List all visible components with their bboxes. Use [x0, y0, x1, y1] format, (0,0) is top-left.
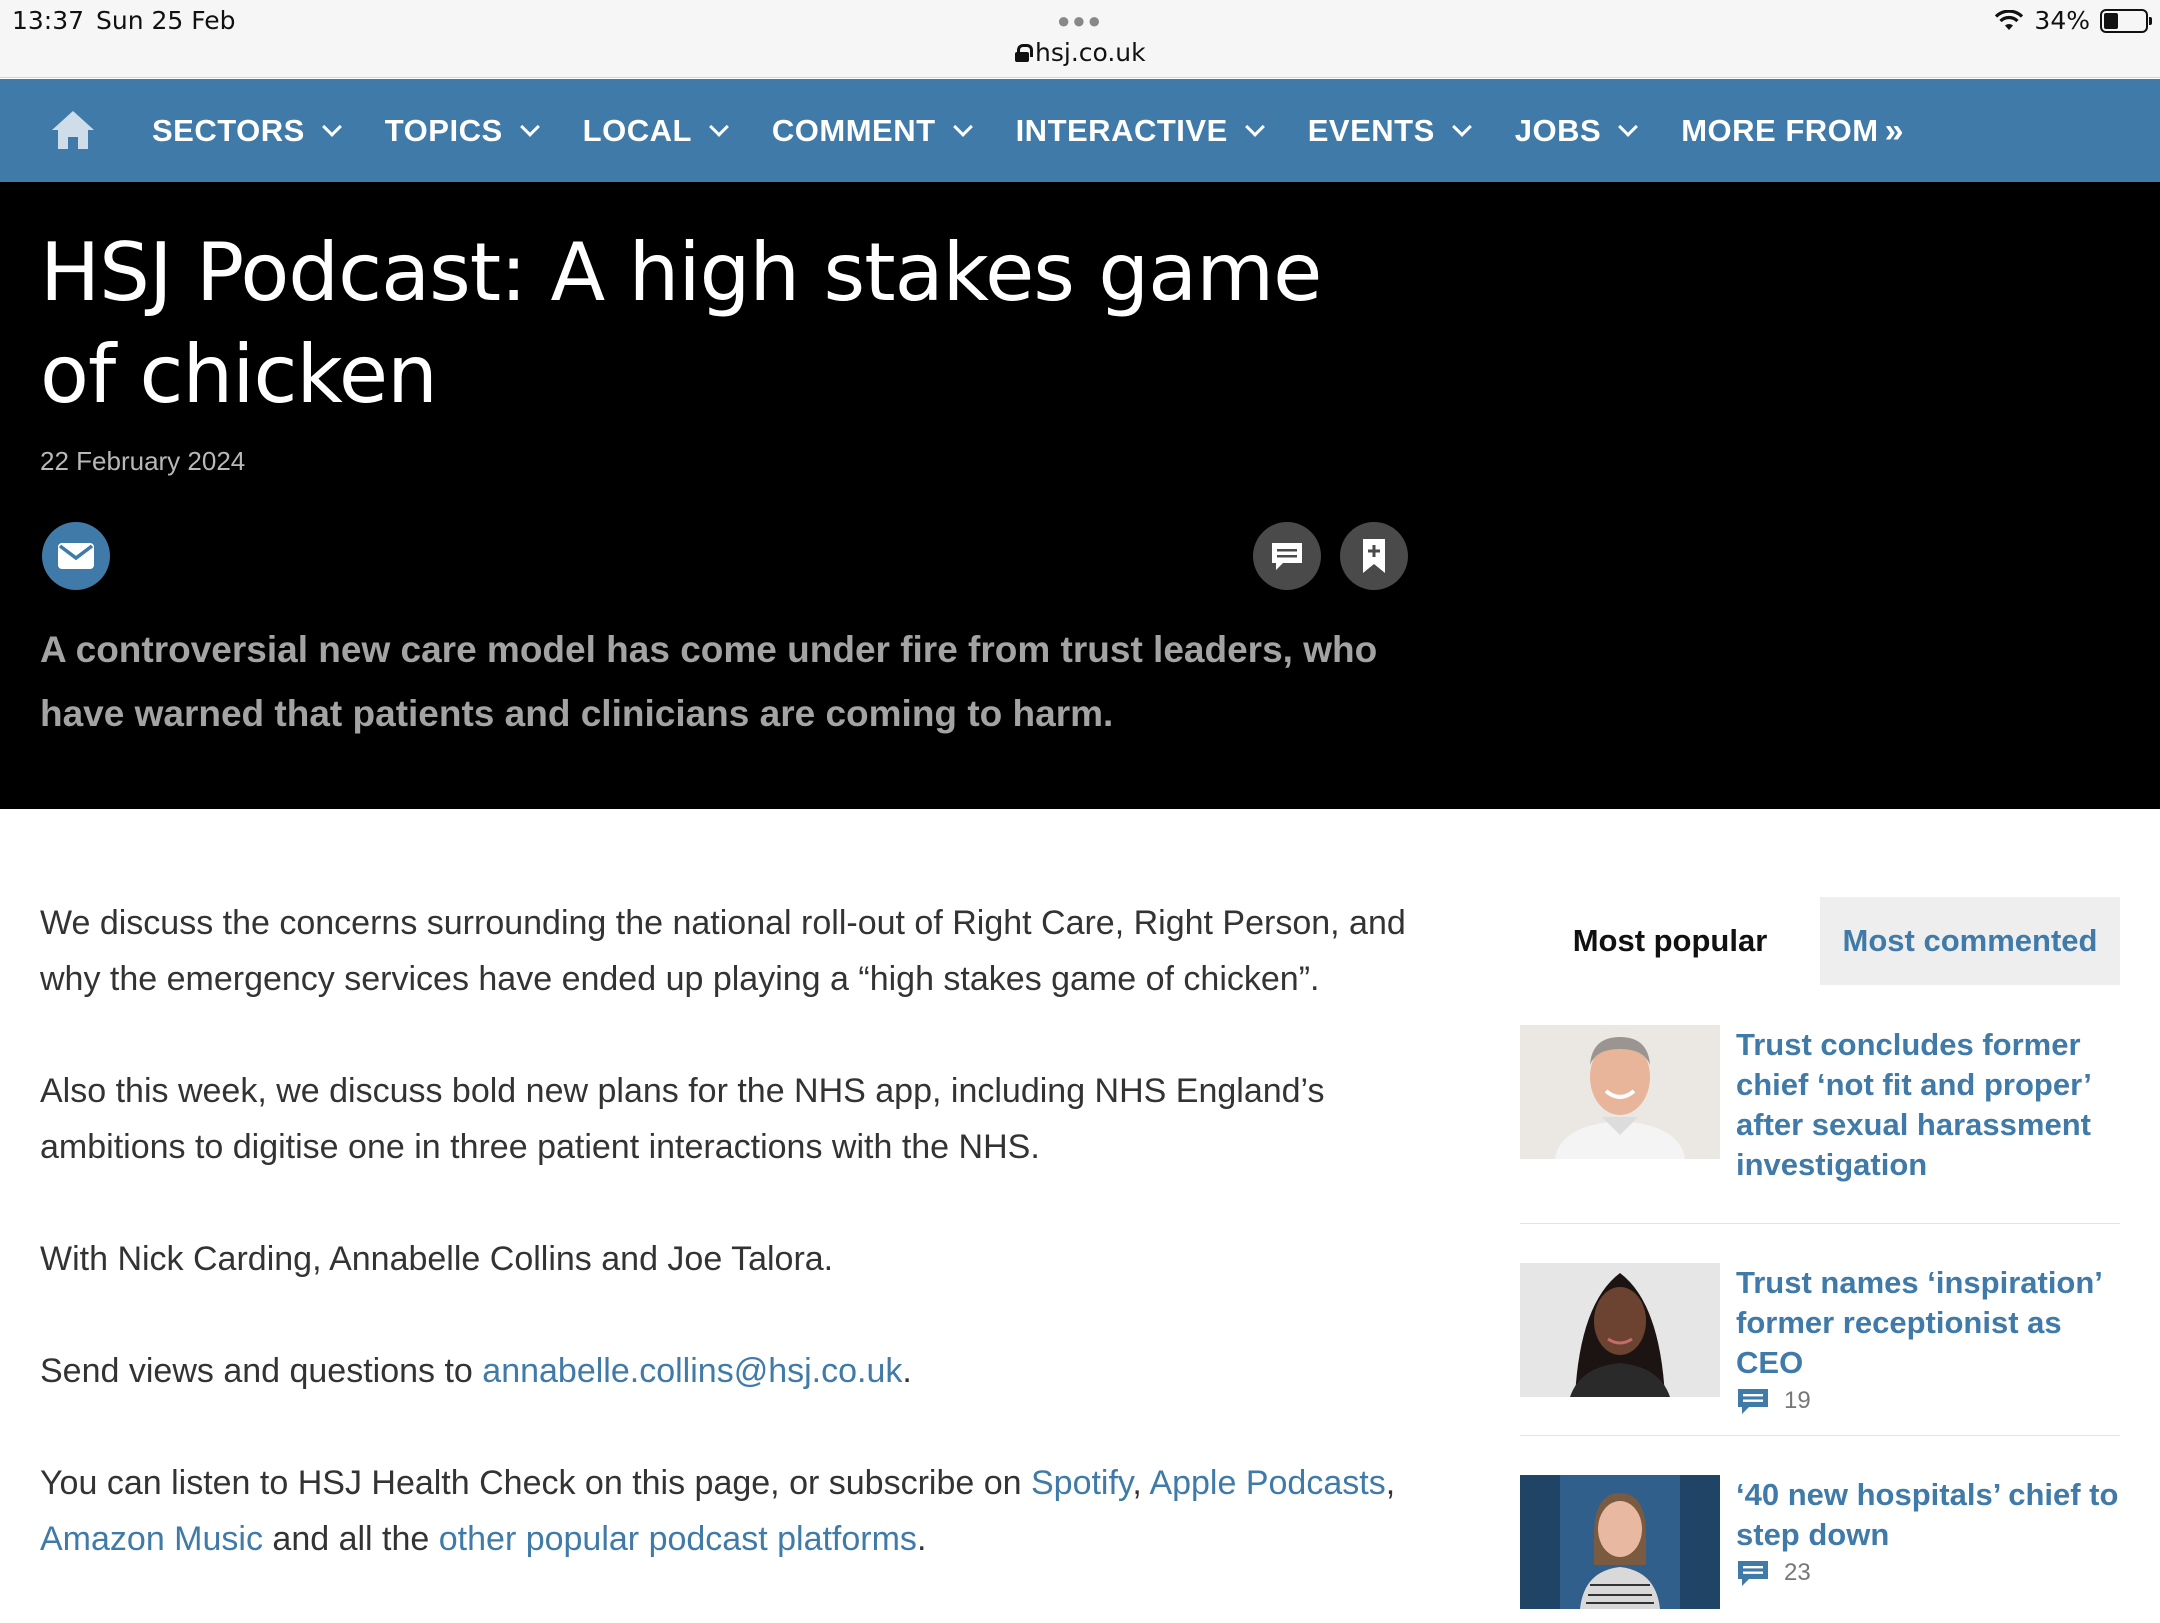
text: and all the: [262, 1520, 439, 1558]
text: .: [916, 1520, 927, 1558]
chevron-down-icon: [1244, 116, 1265, 137]
lock-icon: [1015, 43, 1033, 62]
main-nav: SECTORS TOPICS LOCAL COMMENT INTERACTIVE…: [0, 79, 2160, 182]
story-thumbnail[interactable]: [1520, 1475, 1720, 1609]
battery-icon: [2100, 8, 2152, 33]
share-email-button[interactable]: [42, 522, 110, 590]
nav-more-from[interactable]: MORE FROM»: [1681, 113, 1904, 149]
chevron-down-icon: [1618, 116, 1639, 137]
amazon-music-link[interactable]: Amazon Music: [40, 1520, 263, 1558]
status-indicators: 34%: [1994, 6, 2152, 35]
nav-events[interactable]: EVENTS: [1307, 112, 1472, 149]
paragraph: With Nick Carding, Annabelle Collins and…: [40, 1240, 834, 1278]
nav-topics[interactable]: TOPICS: [384, 112, 540, 149]
portrait-image: [1520, 1263, 1720, 1397]
comment-count-value: 23: [1784, 1559, 1811, 1586]
wifi-icon: [1995, 9, 2024, 30]
sidebar-story[interactable]: Trust concludes former chief ‘not fit an…: [1520, 1025, 2120, 1185]
portrait-image: [1520, 1025, 1720, 1159]
nav-comment[interactable]: COMMENT: [771, 112, 973, 149]
article-title: HSJ Podcast: A high stakes game of chick…: [40, 226, 1322, 421]
divider: [1520, 1435, 2120, 1436]
article-standfirst: A controversial new care model has come …: [40, 629, 1378, 734]
story-headline[interactable]: Trust names ‘inspiration’ former recepti…: [1736, 1263, 2120, 1383]
nav-label: MORE FROM: [1681, 112, 1879, 148]
chevron-down-icon: [1451, 116, 1472, 137]
nav-label: TOPICS: [384, 112, 503, 148]
home-icon[interactable]: [50, 109, 96, 151]
tab-most-popular[interactable]: Most popular: [1520, 897, 1820, 985]
email-link[interactable]: annabelle.collins@hsj.co.uk: [482, 1352, 902, 1390]
paragraph: Send views and questions to annabelle.co…: [40, 1343, 1440, 1399]
nav-label: COMMENT: [771, 112, 936, 148]
story-headline[interactable]: ‘40 new hospitals’ chief to step down: [1736, 1475, 2120, 1555]
status-date: Sun 25 Feb: [96, 6, 236, 35]
sidebar-story[interactable]: ‘40 new hospitals’ chief to step down 23: [1520, 1475, 2120, 1609]
envelope-icon: [58, 543, 94, 569]
story-thumbnail[interactable]: [1520, 1025, 1720, 1159]
nav-sectors[interactable]: SECTORS: [152, 112, 342, 149]
comment-icon: [1738, 1389, 1768, 1414]
chevron-down-icon: [709, 116, 729, 137]
comments-button[interactable]: [1253, 522, 1321, 590]
text: ,: [1132, 1464, 1150, 1502]
article-date: 22 February 2024: [40, 446, 246, 476]
paragraph: We discuss the concerns surrounding the …: [40, 904, 1406, 998]
browser-status-bar: 13:37 Sun 25 Feb ●●● hsj.co.uk 34%: [0, 0, 2160, 78]
comment-count-value: 19: [1784, 1387, 1811, 1414]
nav-label: JOBS: [1514, 112, 1602, 148]
comment-icon: [1738, 1561, 1768, 1586]
comment-count[interactable]: 23: [1736, 1559, 2120, 1587]
nav-jobs[interactable]: JOBS: [1514, 112, 1639, 149]
article-body: We discuss the concerns surrounding the …: [40, 895, 1440, 1623]
address-bar[interactable]: hsj.co.uk: [1015, 38, 1146, 67]
divider: [1520, 1223, 2120, 1224]
chevron-down-icon: [952, 116, 973, 137]
chevron-down-icon: [321, 116, 342, 137]
nav-local[interactable]: LOCAL: [582, 112, 729, 149]
paragraph: Also this week, we discuss bold new plan…: [40, 1072, 1325, 1166]
sidebar-story[interactable]: Trust names ‘inspiration’ former recepti…: [1520, 1263, 2120, 1415]
nav-label: SECTORS: [152, 112, 305, 148]
bookmark-button[interactable]: [1340, 522, 1408, 590]
nav-label: EVENTS: [1307, 112, 1435, 148]
other-platforms-link[interactable]: other popular podcast platforms: [439, 1520, 917, 1558]
url-text: hsj.co.uk: [1035, 38, 1146, 67]
more-dots-icon[interactable]: ●●●: [1057, 8, 1103, 34]
text: ,: [1385, 1464, 1396, 1502]
double-chevron-right-icon: »: [1884, 111, 1904, 150]
nav-interactive[interactable]: INTERACTIVE: [1015, 112, 1265, 149]
text: .: [902, 1352, 912, 1390]
portrait-image: [1520, 1475, 1720, 1609]
story-headline[interactable]: Trust concludes former chief ‘not fit an…: [1736, 1025, 2120, 1185]
nav-label: INTERACTIVE: [1015, 112, 1228, 148]
article-header: HSJ Podcast: A high stakes game of chick…: [0, 182, 2160, 809]
story-thumbnail[interactable]: [1520, 1263, 1720, 1397]
paragraph: You can listen to HSJ Health Check on th…: [40, 1455, 1440, 1567]
text: Send views and questions to: [40, 1352, 483, 1390]
nav-label: LOCAL: [582, 112, 692, 148]
chevron-down-icon: [519, 116, 540, 137]
sidebar-tabs: Most popular Most commented: [1520, 897, 2120, 985]
battery-percent: 34%: [2034, 6, 2090, 35]
comment-count[interactable]: 19: [1736, 1387, 2120, 1415]
status-time: 13:37: [12, 6, 85, 35]
text: You can listen to HSJ Health Check on th…: [40, 1464, 1031, 1502]
bookmark-add-icon: [1363, 539, 1385, 573]
apple-podcasts-link[interactable]: Apple Podcasts: [1149, 1464, 1385, 1502]
tab-most-commented[interactable]: Most commented: [1820, 897, 2120, 985]
comment-icon: [1272, 543, 1302, 570]
spotify-link[interactable]: Spotify: [1031, 1464, 1132, 1502]
